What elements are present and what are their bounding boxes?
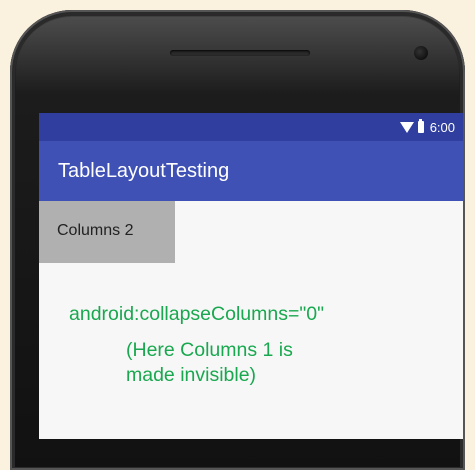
status-time: 6:00 (429, 119, 455, 135)
status-bar: 6:00 (39, 113, 463, 141)
earpiece-speaker (170, 50, 310, 56)
phone-screen: 6:00 TableLayoutTesting Columns 2 androi… (39, 113, 463, 439)
annotation-note-line: (Here Columns 1 is (126, 339, 293, 361)
status-icons: 6:00 (399, 119, 455, 135)
front-camera (414, 46, 428, 60)
annotation-note: (Here Columns 1 is made invisible) (126, 338, 386, 388)
app-title: TableLayoutTesting (58, 160, 230, 182)
table-cell-columns-2: Columns 2 (39, 201, 175, 263)
battery-icon (417, 119, 424, 133)
wifi-icon (399, 121, 414, 133)
collapse-columns-annotation: android:collapseColumns="0" (69, 303, 325, 325)
annotation-note-line: made invisible) (126, 364, 257, 386)
table-cell-label: Columns 2 (57, 222, 134, 239)
app-bar: TableLayoutTesting (39, 141, 463, 201)
